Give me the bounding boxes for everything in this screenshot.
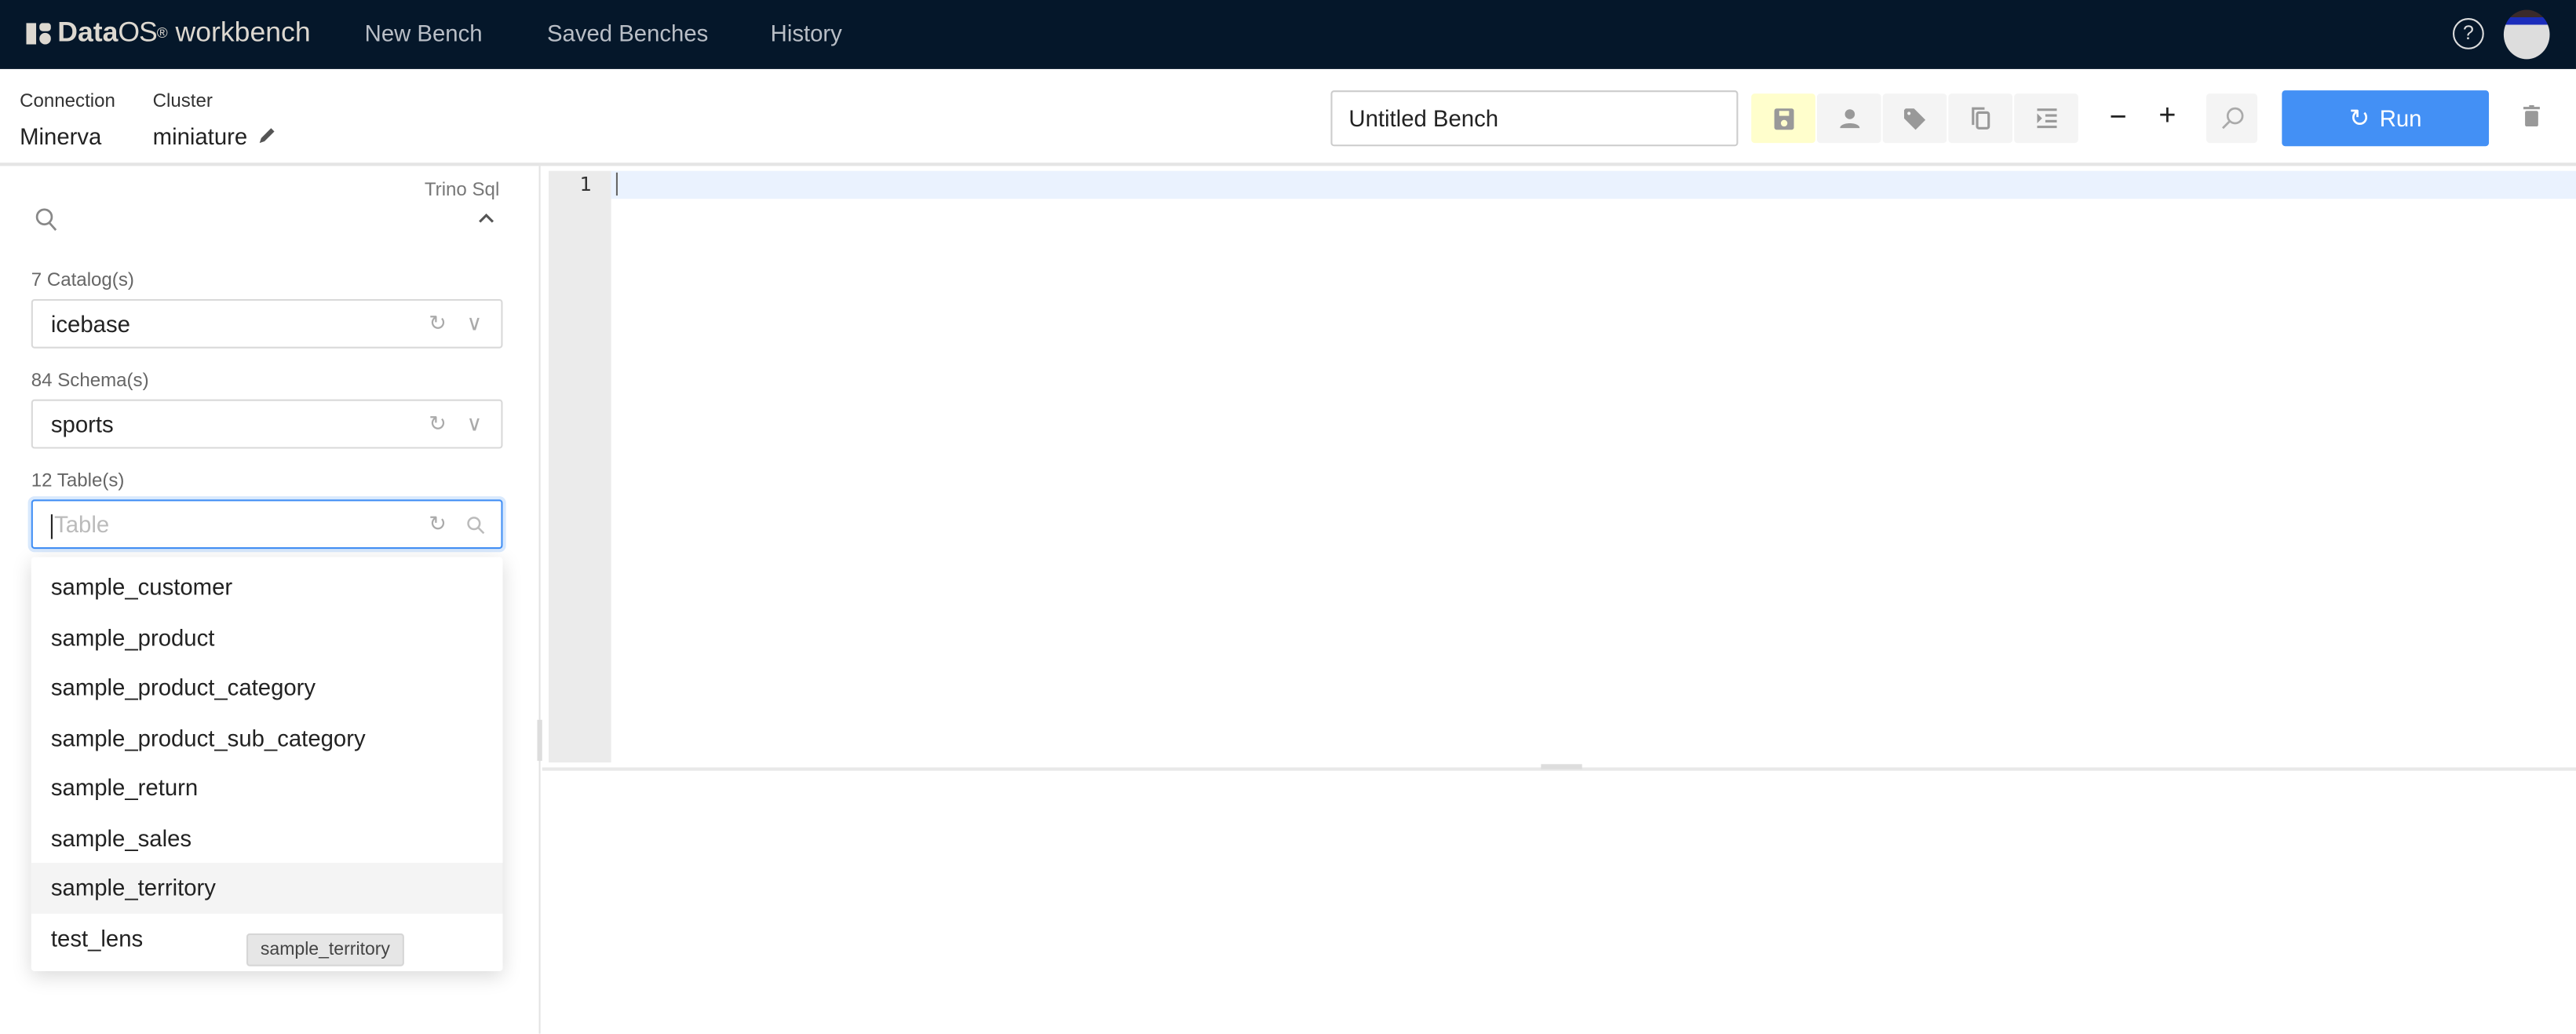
- refresh-icon[interactable]: ↻: [429, 501, 447, 547]
- table-option[interactable]: sample_customer: [31, 562, 503, 612]
- zoom-out-button[interactable]: −: [2110, 100, 2127, 135]
- catalog-value: icebase: [50, 310, 130, 338]
- tooltip: sample_territory: [246, 933, 404, 966]
- editor-cursor: [615, 172, 618, 196]
- run-button[interactable]: ↻ Run: [2282, 90, 2490, 147]
- schema-select[interactable]: sports ↻ ∨: [31, 399, 503, 449]
- search-icon: [467, 517, 485, 535]
- tag-icon: [1903, 108, 1926, 130]
- cluster-value: miniature: [152, 122, 248, 150]
- catalog-label: 7 Catalog(s): [31, 271, 134, 291]
- zoom-in-button[interactable]: +: [2158, 99, 2176, 133]
- vertical-resize-handle[interactable]: [537, 719, 542, 762]
- dialect-label: Trino Sql: [424, 181, 500, 201]
- line-number: 1: [579, 172, 592, 196]
- table-option-hovered[interactable]: sample_territory: [31, 862, 503, 913]
- table-option[interactable]: sample_product_category: [31, 663, 503, 713]
- brand-suffix: workbench: [175, 16, 311, 48]
- chevron-up-icon[interactable]: [478, 212, 494, 224]
- table-search-input[interactable]: Table ↻: [31, 499, 503, 550]
- table-label: 12 Table(s): [31, 471, 125, 491]
- bench-header: Connection Minerva Cluster miniature: [0, 69, 2576, 166]
- dataos-logo-icon: [26, 22, 51, 44]
- share-button[interactable]: [1816, 93, 1881, 144]
- copy-icon: [1971, 107, 1990, 130]
- chevron-down-icon: ∨: [466, 310, 483, 335]
- nav-saved-benches[interactable]: Saved Benches: [547, 20, 708, 46]
- explain-button[interactable]: [2206, 93, 2257, 144]
- brand-data: Data: [57, 16, 119, 48]
- refresh-icon: ↻: [2348, 104, 2370, 133]
- editor-gutter: [549, 170, 611, 763]
- table-placeholder: Table: [54, 510, 110, 538]
- edit-pencil-icon[interactable]: [258, 125, 278, 144]
- schema-label: 84 Schema(s): [31, 371, 149, 392]
- save-icon: [1773, 108, 1793, 130]
- table-option[interactable]: sample_product_sub_category: [31, 712, 503, 762]
- cluster-label: Cluster: [152, 92, 213, 112]
- avatar[interactable]: [2503, 9, 2550, 60]
- schema-value: sports: [50, 411, 114, 437]
- nav-history[interactable]: History: [771, 20, 842, 46]
- nav-new-bench[interactable]: New Bench: [365, 20, 483, 46]
- sql-editor[interactable]: [611, 171, 2576, 763]
- bench-name-input[interactable]: Untitled Bench: [1330, 90, 1739, 147]
- save-button[interactable]: [1751, 93, 1815, 144]
- catalog-select[interactable]: icebase ↻ ∨: [31, 298, 503, 349]
- format-indent-icon: [2036, 108, 2056, 129]
- refresh-icon[interactable]: ↻: [429, 301, 447, 347]
- tag-button[interactable]: [1882, 93, 1947, 144]
- table-dropdown: sample_customer sample_product sample_pr…: [31, 557, 503, 972]
- user-icon: [1839, 109, 1859, 129]
- table-option[interactable]: sample_product: [31, 612, 503, 663]
- search-icon[interactable]: [35, 207, 57, 232]
- brand-reg: ®: [156, 24, 168, 42]
- connection-value: Minerva: [20, 122, 102, 150]
- magnify-icon: [2220, 107, 2243, 130]
- brand-os: OS: [118, 16, 157, 48]
- dataos-logo[interactable]: Data OS ® workbench: [26, 16, 311, 49]
- copy-button[interactable]: [1948, 93, 2013, 144]
- text-cursor: [50, 513, 53, 539]
- chevron-down-icon: ∨: [466, 411, 483, 436]
- connection-label: Connection: [20, 92, 115, 112]
- format-button[interactable]: [2014, 93, 2078, 144]
- results-panel: [542, 771, 2576, 1034]
- top-navbar: Data OS ® workbench New Bench Saved Benche…: [0, 0, 2576, 69]
- horizontal-resize-handle[interactable]: [1541, 764, 1582, 769]
- table-option[interactable]: sample_return: [31, 762, 503, 813]
- table-option[interactable]: sample_sales: [31, 813, 503, 863]
- trash-icon[interactable]: [2523, 104, 2540, 127]
- refresh-icon[interactable]: ↻: [429, 401, 447, 448]
- help-icon[interactable]: ?: [2452, 18, 2484, 49]
- run-label: Run: [2379, 104, 2422, 132]
